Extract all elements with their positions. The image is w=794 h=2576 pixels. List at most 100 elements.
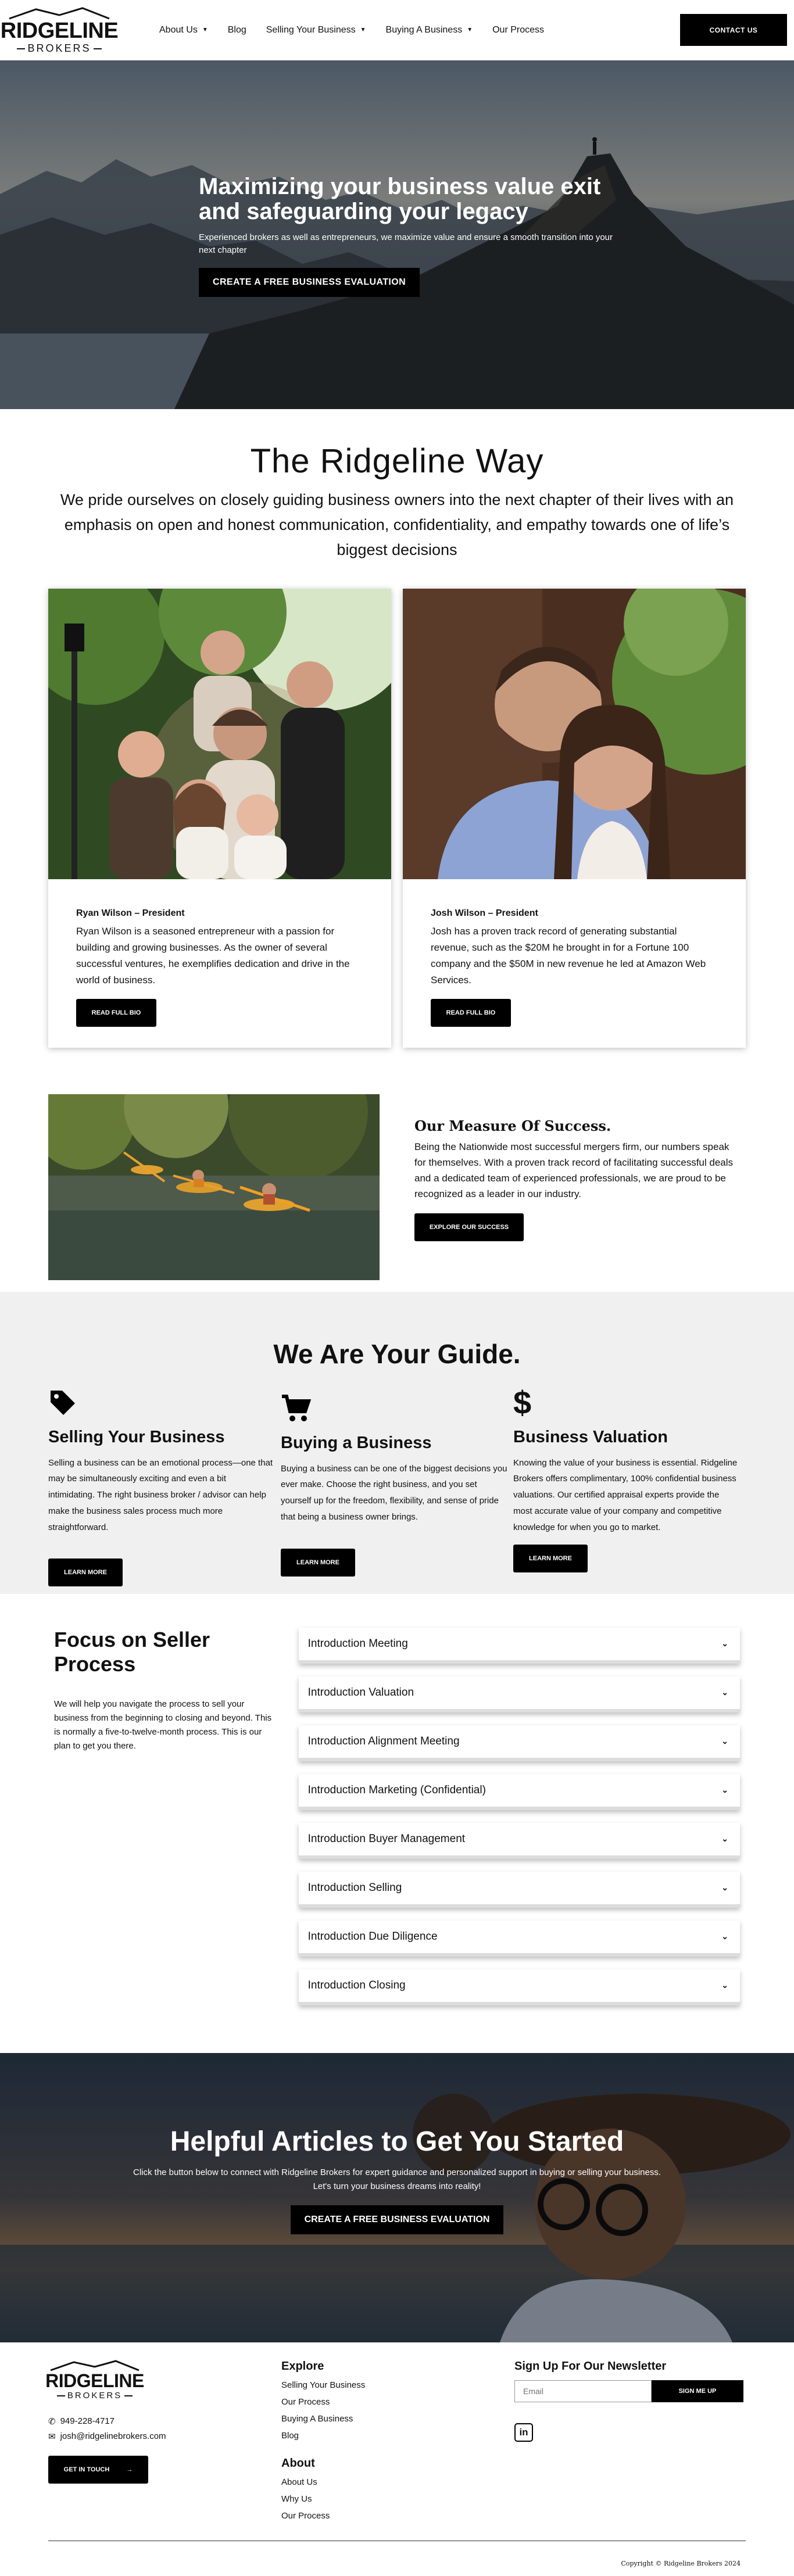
nav-blog[interactable]: Blog: [228, 25, 246, 35]
read-full-bio-button[interactable]: READ FULL BIO: [76, 998, 156, 1027]
chevron-down-icon: ⌄: [721, 1688, 728, 1697]
chevron-down-icon: ⌄: [721, 1639, 728, 1649]
family-photo-image: [48, 588, 391, 879]
nav-buying-a-business[interactable]: Buying A Business ▼: [386, 25, 473, 35]
explore-links: Selling Your Business Our Process Buying…: [281, 2377, 514, 2444]
section-title: The Ridgeline Way: [250, 442, 544, 480]
footer-columns: RIDGELINE BROKERS ✆ 949-228-4717 ✉ josh@ri…: [45, 2359, 746, 2524]
team-section: Ryan Wilson – President Ryan Wilson is a…: [0, 563, 794, 1048]
guide-column-valuation: $ Business Valuation Knowing the value o…: [513, 1384, 746, 1587]
nav-our-process[interactable]: Our Process: [492, 25, 544, 35]
newsletter-form: SIGN ME UP: [514, 2380, 746, 2402]
success-description: Being the Nationwide most successful mer…: [414, 1141, 734, 1200]
chevron-down-icon: ⌄: [721, 1883, 728, 1893]
learn-more-button[interactable]: LEARN MORE: [281, 1548, 355, 1577]
guide-column-selling: Selling Your Business Selling a business…: [48, 1386, 281, 1587]
read-full-bio-button[interactable]: READ FULL BIO: [431, 998, 511, 1027]
phone-icon: ✆: [48, 2416, 56, 2427]
accordion-label: Introduction Valuation: [307, 1686, 414, 1699]
sign-me-up-button[interactable]: SIGN ME UP: [652, 2380, 743, 2402]
dollar-icon: $: [513, 1384, 532, 1421]
couple-photo-image: [403, 588, 746, 879]
accordion-label: Introduction Selling: [307, 1881, 402, 1894]
footer-links-column: Explore Selling Your Business Our Proces…: [281, 2360, 514, 2524]
cart-icon: [281, 1392, 513, 1425]
nav-label: Blog: [227, 24, 246, 35]
arrow-right-icon: →: [126, 2466, 133, 2473]
accordion-item[interactable]: Introduction Due Diligence ⌄: [298, 1920, 740, 1957]
accordion-label: Introduction Marketing (Confidential): [307, 1783, 486, 1796]
accordion-item[interactable]: Introduction Valuation ⌄: [298, 1676, 740, 1712]
footer-link[interactable]: Our Process: [281, 2507, 514, 2524]
about-links: About Us Why Us Our Process: [281, 2474, 514, 2524]
footer-heading-about: About: [281, 2456, 315, 2470]
tag-icon: [48, 1386, 281, 1420]
couple-photo: [403, 588, 746, 879]
footer-link[interactable]: About Us: [281, 2474, 514, 2491]
accordion-item[interactable]: Introduction Meeting ⌄: [298, 1627, 740, 1664]
chevron-down-icon: ⌄: [721, 1834, 728, 1844]
footer-phone[interactable]: ✆ 949-228-4717: [48, 2416, 281, 2427]
footer-logo[interactable]: RIDGELINE BROKERS: [45, 2359, 144, 2400]
phone-number: 949-228-4717: [60, 2416, 115, 2427]
learn-more-button[interactable]: LEARN MORE: [513, 1545, 588, 1573]
family-photo: [48, 588, 391, 879]
nav-about-us[interactable]: About Us ▼: [159, 25, 208, 35]
accordion-item[interactable]: Introduction Closing ⌄: [298, 1969, 740, 2005]
hero-subtitle: Experienced brokers as well as entrepren…: [199, 232, 613, 256]
footer-link[interactable]: Buying A Business: [281, 2410, 514, 2427]
email-address: josh@ridgelinebrokers.com: [60, 2431, 166, 2442]
team-member-bio: Josh has a proven track record of genera…: [431, 925, 706, 986]
chevron-down-icon: ⌄: [721, 1785, 728, 1795]
learn-more-button[interactable]: LEARN MORE: [48, 1559, 123, 1587]
footer-link[interactable]: Blog: [281, 2427, 514, 2444]
envelope-icon: ✉: [48, 2431, 56, 2442]
hero-content: Maximizing your business value exit and …: [199, 174, 617, 297]
team-card: Josh Wilson – President Josh has a prove…: [403, 588, 746, 1048]
caret-down-icon: ▼: [202, 27, 208, 33]
guide-description: Buying a business can be one of the bigg…: [281, 1463, 507, 1522]
kayaking-photo-image: [48, 1094, 380, 1280]
articles-banner: Helpful Articles to Get You Started Clic…: [0, 2052, 794, 2342]
newsletter-email-input[interactable]: [514, 2380, 652, 2402]
footer-email[interactable]: ✉ josh@ridgelinebrokers.com: [48, 2431, 281, 2442]
site-footer: RIDGELINE BROKERS ✆ 949-228-4717 ✉ josh@ri…: [0, 2342, 794, 2576]
process-intro: Focus on Seller Process We will help you…: [54, 1628, 278, 2018]
articles-title: Helpful Articles to Get You Started: [170, 2126, 624, 2157]
articles-content: Helpful Articles to Get You Started Clic…: [0, 2126, 794, 2234]
team-card-body: Ryan Wilson – President Ryan Wilson is a…: [48, 879, 391, 1027]
team-member-name: Josh Wilson – President: [431, 908, 538, 918]
newsletter-column: Sign Up For Our Newsletter SIGN ME UP in: [514, 2360, 746, 2524]
main-nav: About Us ▼ Blog Selling Your Business ▼ Bu…: [159, 25, 544, 35]
accordion-item[interactable]: Introduction Selling ⌄: [298, 1871, 740, 1908]
site-header: RIDGELINE BROKERS About Us ▼ Blog Selling…: [0, 0, 794, 60]
chevron-down-icon: ⌄: [721, 1980, 728, 1990]
ridgeline-way-section: The Ridgeline Way We pride ourselves on …: [0, 409, 794, 563]
button-label: GET IN TOUCH: [63, 2466, 110, 2473]
logo-wordmark: RIDGELINE: [0, 18, 119, 43]
logo-wordmark: RIDGELINE: [45, 2370, 144, 2391]
footer-link[interactable]: Selling Your Business: [281, 2377, 514, 2394]
footer-link[interactable]: Our Process: [281, 2394, 514, 2410]
guide-description: Selling a business can be an emotional p…: [48, 1457, 273, 1532]
contact-us-button[interactable]: CONTACT US: [680, 14, 787, 46]
accordion-item[interactable]: Introduction Buyer Management ⌄: [298, 1822, 740, 1859]
hero-evaluation-button[interactable]: CREATE A FREE BUSINESS EVALUATION: [199, 267, 420, 297]
nav-selling-your-business[interactable]: Selling Your Business ▼: [266, 25, 366, 35]
get-in-touch-button[interactable]: GET IN TOUCH →: [48, 2455, 148, 2484]
process-description: We will help you navigate the process to…: [54, 1699, 272, 1751]
site-logo[interactable]: RIDGELINE BROKERS: [1, 6, 119, 53]
accordion-label: Introduction Buyer Management: [307, 1832, 466, 1845]
accordion-label: Introduction Meeting: [307, 1637, 408, 1650]
copyright-text: Copyright © Ridgeline Brokers 2024: [621, 2559, 741, 2567]
guide-description: Knowing the value of your business is es…: [513, 1457, 738, 1532]
explore-success-button[interactable]: EXPLORE OUR SUCCESS: [414, 1213, 524, 1242]
linkedin-icon[interactable]: in: [514, 2423, 533, 2442]
roof-logo-icon: [50, 2359, 140, 2371]
footer-link[interactable]: Why Us: [281, 2491, 514, 2507]
accordion-item[interactable]: Introduction Marketing (Confidential) ⌄: [298, 1774, 740, 1810]
articles-evaluation-button[interactable]: CREATE A FREE BUSINESS EVALUATION: [290, 2205, 504, 2234]
hero-section: Maximizing your business value exit and …: [0, 60, 794, 409]
process-accordion: Introduction Meeting ⌄ Introduction Valua…: [298, 1627, 740, 2018]
accordion-item[interactable]: Introduction Alignment Meeting ⌄: [298, 1725, 740, 1761]
